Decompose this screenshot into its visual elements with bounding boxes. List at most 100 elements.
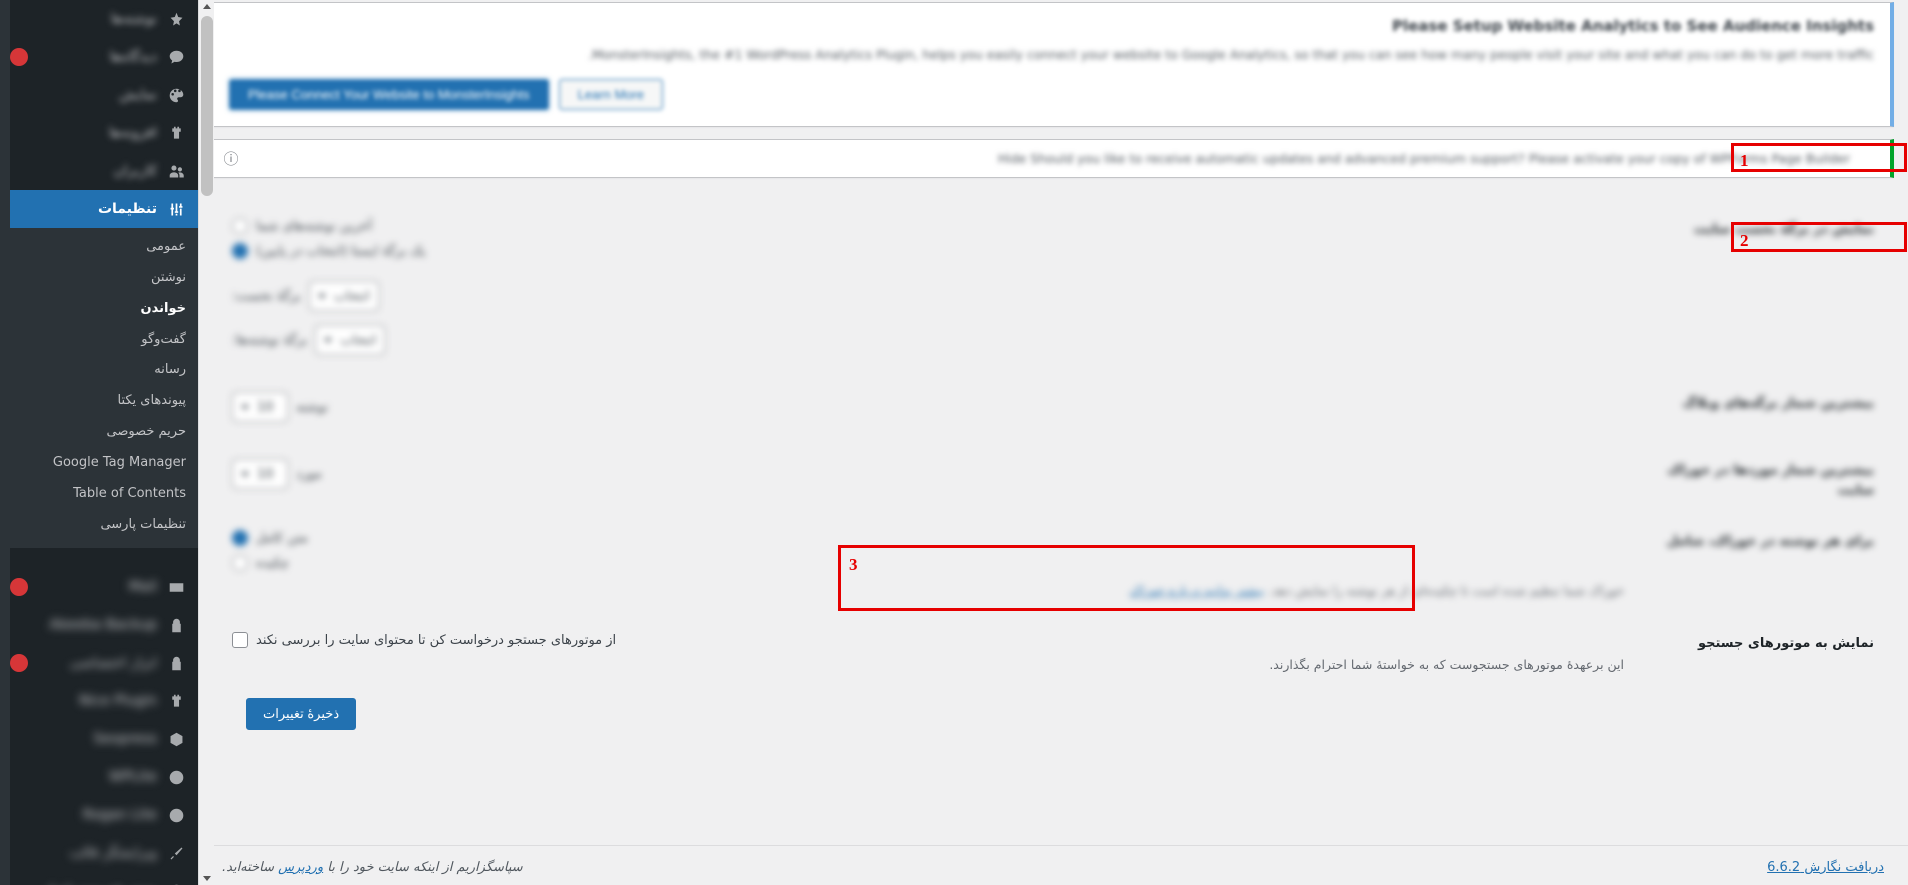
seo-icon <box>166 729 186 749</box>
sidebar-item-label: ویرایشگر قالب <box>69 845 157 862</box>
blog-pages-field: 10 نوشته <box>232 392 1624 422</box>
footer-thanks-suffix: ساخته‌اید. <box>222 860 279 875</box>
sidebar-item[interactable]: Nice Plugin <box>0 682 198 720</box>
scroll-down-arrow[interactable] <box>203 876 211 881</box>
posts-page-select-row: برگهٔ نوشته‌ها: انتخاب <box>232 325 1624 355</box>
submenu-item[interactable]: Google Tag Manager <box>0 448 198 479</box>
sidebar-scroll-strip[interactable] <box>0 0 10 885</box>
search-visibility-checkbox-row[interactable]: از موتورهای جستجو درخواست کن تا محتوای س… <box>232 632 1624 648</box>
chevron-down-icon <box>317 293 326 299</box>
scrollbar-thumb[interactable] <box>201 16 213 196</box>
connect-website-button[interactable]: Please Connect Your Website to MonsterIn… <box>229 79 549 110</box>
table-row-front-page: نمایش در برگهٔ نخست سایت آخرین نوشته‌های… <box>222 204 1884 378</box>
learn-more-button[interactable]: Learn More <box>558 79 664 110</box>
notification-badge <box>10 578 28 597</box>
submenu-item[interactable]: حریم خصوصی <box>0 417 198 448</box>
settings-submenu: عمومی نوشتن خواندن گفت‌وگو رسانه پیوندهای یکت… <box>0 228 198 549</box>
puzzle-icon <box>166 691 186 711</box>
row-field-feed-content: متن کامل چکیده خوراک شما تنظیم شده است ت… <box>222 516 1634 612</box>
sidebar-item-label: کاربران <box>113 162 157 179</box>
sidebar-item[interactable]: دیدگاه‌ها <box>0 38 198 76</box>
sidebar-item[interactable]: ویرایشگر قالب <box>0 834 198 872</box>
sidebar-item[interactable]: Akeeba Backup <box>0 606 198 644</box>
table-row-feed-items: بیشترین شمار موردها در خوراک سایت 10 مور… <box>222 445 1884 516</box>
sidebar-item-label: افزونه‌ها <box>108 124 157 141</box>
analytics-notice-buttons: Please Connect Your Website to MonsterIn… <box>229 79 1874 110</box>
sidebar-item-label: نمایش <box>118 86 157 103</box>
users-icon <box>166 161 186 181</box>
search-visibility-helper: این برعهدهٔ موتورهای جستجوست که به خواست… <box>1269 657 1624 672</box>
feed-items-value: 10 <box>257 466 274 482</box>
analytics-notice-title: Please Setup Website Analytics to See Au… <box>1392 17 1874 35</box>
mail-icon <box>166 577 186 597</box>
feed-items-stepper[interactable]: 10 <box>232 459 288 489</box>
posts-page-select-value: انتخاب <box>340 332 377 348</box>
radio-icon[interactable] <box>232 243 248 259</box>
sidebar-item[interactable]: Seopress <box>0 720 198 758</box>
front-page-option-static[interactable]: یک برگهٔ ایستا (انتخاب در پایین) <box>232 243 1624 259</box>
sidebar-item-label: Rogan Lite <box>82 807 157 824</box>
radio-icon[interactable] <box>232 555 248 571</box>
sidebar-item[interactable]: بستن فهرست اصلی <box>0 872 198 885</box>
submenu-item[interactable]: پیوندهای یکتا <box>0 386 198 417</box>
feed-excerpt-label: چکیده <box>256 555 289 571</box>
activate-notice: Hide Should you like to receive automati… <box>212 139 1894 178</box>
sidebar-item[interactable]: نوشته‌ها <box>0 0 198 38</box>
table-row-search-visibility: نمایش به موتورهای جستجو از موتورهای جستج… <box>222 612 1884 686</box>
front-page-option-latest-label: آخرین نوشته‌های شما <box>256 218 373 234</box>
activate-notice-text: Hide Should you like to receive automati… <box>997 151 1850 166</box>
sidebar-divider <box>0 548 198 569</box>
settings-icon <box>166 199 186 219</box>
sidebar-item[interactable]: Mail <box>0 568 198 606</box>
page-scrollbar[interactable] <box>198 0 214 885</box>
sidebar-item-label: Nice Plugin <box>79 693 157 710</box>
row-field-feed-items: 10 مورد <box>222 445 1634 516</box>
row-field-blog-pages: 10 نوشته <box>222 378 1634 445</box>
sidebar-item[interactable]: Rogan Lite <box>0 796 198 834</box>
sidebar-item-label: Mail <box>128 579 157 596</box>
row-label-feed-items: بیشترین شمار موردها در خوراک سایت <box>1667 463 1874 498</box>
row-label-blog-pages: بیشترین شمار برگه‌های وبلاگ <box>1682 396 1874 411</box>
feed-note-link[interactable]: بیشتر بدانید درباره خوراک <box>1130 583 1265 598</box>
feed-items-suffix: مورد <box>296 466 322 482</box>
sidebar-item[interactable]: ابزار اختصاصی <box>0 644 198 682</box>
front-page-option-latest[interactable]: آخرین نوشته‌های شما <box>232 218 1624 234</box>
sidebar-item-label: نوشته‌ها <box>110 10 157 27</box>
sidebar-item[interactable]: افزونه‌ها <box>0 114 198 152</box>
feed-full-text-option[interactable]: متن کامل <box>232 530 1624 546</box>
radio-icon[interactable] <box>232 530 248 546</box>
submenu-item[interactable]: رسانه <box>0 355 198 386</box>
wordpress-link[interactable]: وردپرس <box>278 860 323 875</box>
sidebar-item[interactable]: نمایش <box>0 76 198 114</box>
dismiss-icon[interactable]: ⓘ <box>221 149 241 169</box>
submenu-item[interactable]: عمومی <box>0 232 198 263</box>
circle-icon <box>166 805 186 825</box>
blog-pages-stepper[interactable]: 10 <box>232 392 288 422</box>
sidebar-item-settings[interactable]: تنظیمات <box>0 190 198 228</box>
chevron-down-icon <box>241 471 249 477</box>
submenu-item[interactable]: خواندن <box>0 294 198 325</box>
submenu-item[interactable]: Table of Contents <box>0 479 198 510</box>
submenu-item[interactable]: تنظیمات پارسی <box>0 510 198 541</box>
radio-icon[interactable] <box>232 218 248 234</box>
save-changes-button[interactable]: ذخیرهٔ تغییرات <box>246 698 357 730</box>
appearance-icon <box>166 85 186 105</box>
posts-page-select[interactable]: انتخاب <box>315 325 386 355</box>
notification-badge <box>10 48 28 66</box>
front-page-select[interactable]: انتخاب <box>308 281 379 311</box>
collapse-icon <box>166 881 186 885</box>
search-visibility-checkbox[interactable] <box>232 632 248 648</box>
front-page-option-static-label: یک برگهٔ ایستا (انتخاب در پایین) <box>256 243 426 259</box>
row-label-front-page: نمایش در برگهٔ نخست سایت <box>1694 222 1874 237</box>
submenu-item[interactable]: نوشتن <box>0 263 198 294</box>
footer-thanks-prefix: سپاسگزاریم از اینکه سایت خود را با <box>323 860 523 875</box>
feed-excerpt-option[interactable]: چکیده <box>232 555 1624 571</box>
sidebar-item[interactable]: کاربران <box>0 152 198 190</box>
sidebar-item[interactable]: WPLite <box>0 758 198 796</box>
scroll-up-arrow[interactable] <box>203 4 211 9</box>
submenu-item[interactable]: گفت‌وگو <box>0 325 198 356</box>
feed-full-text-label: متن کامل <box>256 530 308 546</box>
notification-badge <box>10 654 28 673</box>
blog-pages-value: 10 <box>257 399 274 415</box>
footer-version[interactable]: دریافت نگارش 6.6.2 <box>1767 860 1884 875</box>
